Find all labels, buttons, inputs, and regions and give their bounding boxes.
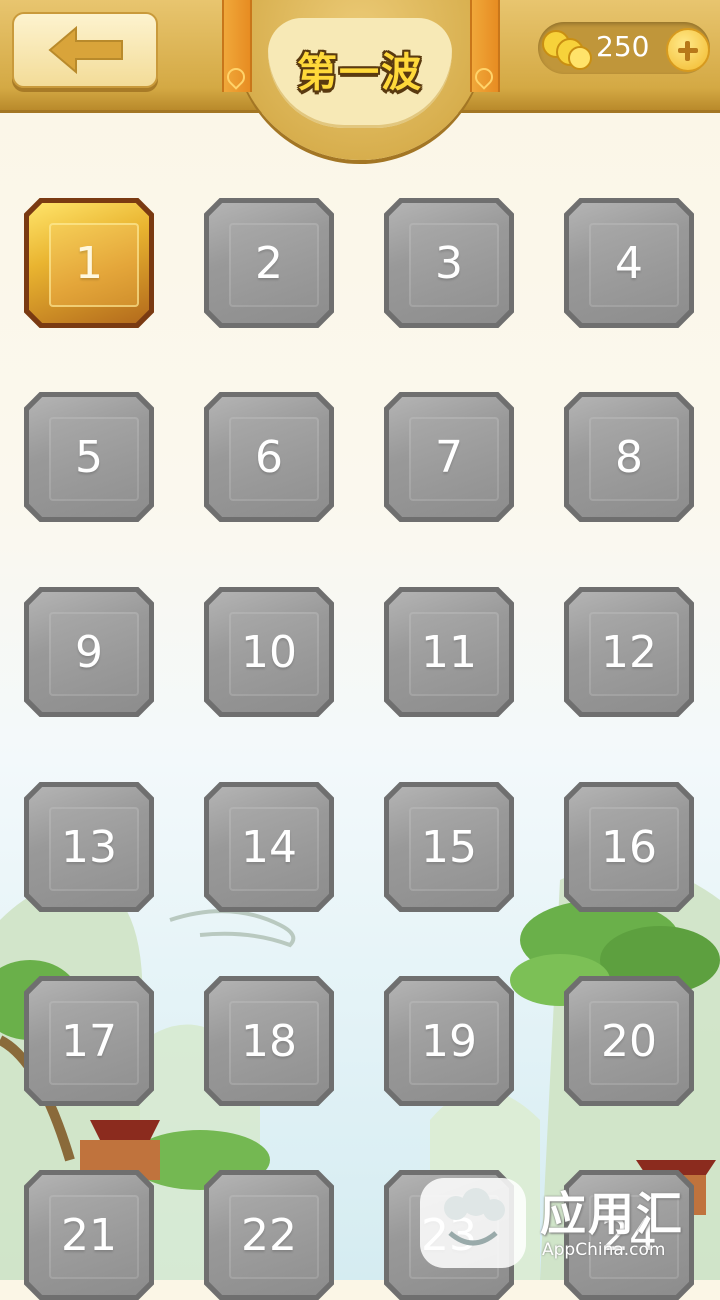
level-number: 21 xyxy=(61,1210,117,1261)
watermark-text: 应用汇 xyxy=(540,1187,684,1241)
level-number: 11 xyxy=(421,627,477,678)
level-button-18[interactable]: 18 xyxy=(204,976,334,1106)
level-number: 19 xyxy=(421,1016,477,1067)
level-number: 12 xyxy=(601,627,657,678)
level-button-3[interactable]: 3 xyxy=(384,198,514,328)
level-number: 8 xyxy=(615,432,643,483)
level-grid: 123456789101112131415161718192021222324 xyxy=(0,0,720,1300)
coin-count: 250 xyxy=(596,30,650,63)
level-number: 22 xyxy=(241,1210,297,1261)
level-button-9[interactable]: 9 xyxy=(24,587,154,717)
back-button[interactable] xyxy=(12,12,158,88)
level-number: 16 xyxy=(601,822,657,873)
level-button-12[interactable]: 12 xyxy=(564,587,694,717)
level-button-20[interactable]: 20 xyxy=(564,976,694,1106)
level-number: 10 xyxy=(241,627,297,678)
level-button-8[interactable]: 8 xyxy=(564,392,694,522)
watermark-subtext: AppChina.com xyxy=(542,1240,666,1260)
level-number: 6 xyxy=(255,432,283,483)
level-button-6[interactable]: 6 xyxy=(204,392,334,522)
level-button-7[interactable]: 7 xyxy=(384,392,514,522)
level-number: 4 xyxy=(615,238,643,289)
level-number: 5 xyxy=(75,432,103,483)
level-number: 17 xyxy=(61,1016,117,1067)
appchina-logo-icon xyxy=(420,1178,526,1268)
level-number: 3 xyxy=(435,238,463,289)
level-number: 1 xyxy=(75,238,103,289)
level-button-13[interactable]: 13 xyxy=(24,782,154,912)
level-button-21[interactable]: 21 xyxy=(24,1170,154,1300)
level-button-22[interactable]: 22 xyxy=(204,1170,334,1300)
level-button-15[interactable]: 15 xyxy=(384,782,514,912)
level-number: 9 xyxy=(75,627,103,678)
level-button-14[interactable]: 14 xyxy=(204,782,334,912)
level-button-19[interactable]: 19 xyxy=(384,976,514,1106)
level-button-11[interactable]: 11 xyxy=(384,587,514,717)
level-number: 14 xyxy=(241,822,297,873)
level-number: 18 xyxy=(241,1016,297,1067)
level-button-5[interactable]: 5 xyxy=(24,392,154,522)
left-banner xyxy=(222,0,252,92)
left-arrow-icon xyxy=(48,25,123,75)
wave-title: 第一波 xyxy=(297,50,423,96)
level-button-1[interactable]: 1 xyxy=(24,198,154,328)
level-number: 13 xyxy=(61,822,117,873)
level-button-17[interactable]: 17 xyxy=(24,976,154,1106)
level-number: 2 xyxy=(255,238,283,289)
level-button-10[interactable]: 10 xyxy=(204,587,334,717)
level-button-2[interactable]: 2 xyxy=(204,198,334,328)
level-button-4[interactable]: 4 xyxy=(564,198,694,328)
coins-icon xyxy=(542,30,592,70)
right-banner xyxy=(470,0,500,92)
level-number: 7 xyxy=(435,432,463,483)
level-number: 15 xyxy=(421,822,477,873)
level-number: 20 xyxy=(601,1016,657,1067)
level-button-16[interactable]: 16 xyxy=(564,782,694,912)
add-coins-button[interactable] xyxy=(666,28,710,72)
